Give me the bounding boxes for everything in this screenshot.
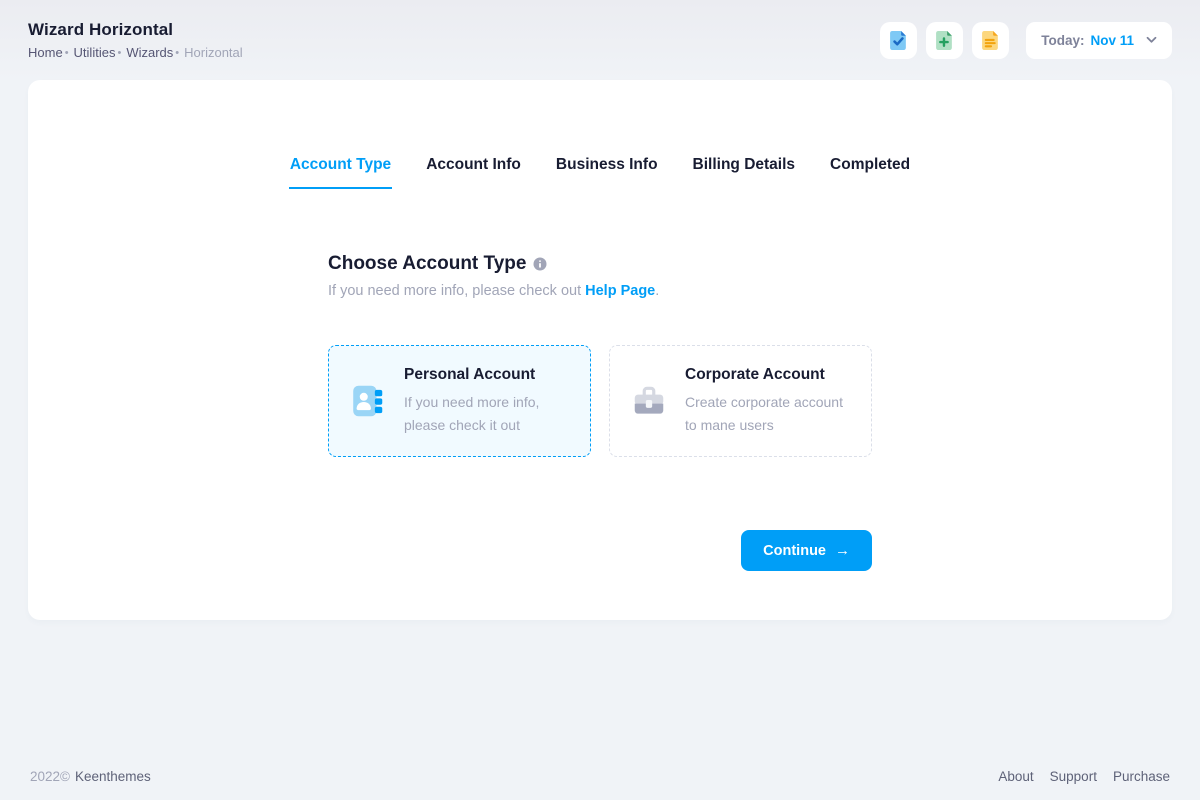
- section-subtitle: If you need more info, please check out …: [328, 283, 872, 299]
- breadcrumb-separator: •: [175, 47, 179, 59]
- toolbar: Wizard Horizontal Home • Utilities • Wiz…: [0, 0, 1200, 80]
- info-circle-icon[interactable]: [533, 257, 547, 271]
- step-completed[interactable]: Completed: [829, 156, 911, 189]
- option-title: Corporate Account: [685, 366, 843, 384]
- file-plus-button[interactable]: [926, 22, 963, 59]
- wizard-steps: Account Type Account Info Business Info …: [289, 156, 911, 189]
- option-title: Personal Account: [404, 366, 539, 384]
- continue-label: Continue: [763, 543, 826, 559]
- wizard-actions: Continue →: [328, 530, 872, 571]
- section-heading: Choose Account Type: [328, 253, 872, 275]
- step-account-info[interactable]: Account Info: [425, 156, 522, 189]
- footer-link-about[interactable]: About: [998, 769, 1033, 784]
- continue-button[interactable]: Continue →: [741, 530, 872, 571]
- file-plus-icon: [934, 30, 955, 51]
- help-page-link[interactable]: Help Page: [585, 283, 655, 299]
- file-check-button[interactable]: [880, 22, 917, 59]
- address-book-icon: [349, 382, 387, 420]
- date-picker-value: Nov 11: [1090, 33, 1134, 48]
- option-description-line: If you need more info,: [404, 391, 539, 413]
- footer-links: About Support Purchase: [998, 769, 1170, 784]
- option-description-line: please check it out: [404, 414, 539, 436]
- file-lines-button[interactable]: [972, 22, 1009, 59]
- option-corporate-account[interactable]: Corporate Account Create corporate accou…: [609, 345, 872, 457]
- breadcrumb-separator: •: [65, 47, 69, 59]
- step-account-type[interactable]: Account Type: [289, 156, 392, 189]
- step-billing-details[interactable]: Billing Details: [692, 156, 797, 189]
- breadcrumb-current: Horizontal: [184, 45, 243, 60]
- option-description-line: to mane users: [685, 414, 843, 436]
- page-heading: Wizard Horizontal Home • Utilities • Wiz…: [28, 20, 243, 60]
- footer: 2022© Keenthemes About Support Purchase: [0, 769, 1200, 800]
- company-link[interactable]: Keenthemes: [75, 769, 151, 784]
- file-lines-icon: [980, 30, 1001, 51]
- option-description: Create corporate account to mane users: [685, 391, 843, 436]
- section-title: Choose Account Type: [328, 253, 526, 275]
- account-type-options: Personal Account If you need more info, …: [328, 345, 872, 457]
- page-title: Wizard Horizontal: [28, 20, 243, 40]
- option-description: If you need more info, please check it o…: [404, 391, 539, 436]
- copyright-year: 2022©: [30, 769, 70, 784]
- arrow-right-icon: →: [835, 543, 850, 558]
- footer-link-purchase[interactable]: Purchase: [1113, 769, 1170, 784]
- subtitle-period: .: [655, 283, 659, 299]
- date-picker-label: Today:: [1041, 33, 1084, 48]
- date-picker-button[interactable]: Today: Nov 11: [1026, 22, 1172, 59]
- toolbar-actions: Today: Nov 11: [880, 22, 1172, 59]
- chevron-down-icon: [1146, 36, 1157, 44]
- step-content: Choose Account Type If you need more inf…: [328, 253, 872, 457]
- wizard-card: Account Type Account Info Business Info …: [28, 80, 1172, 620]
- breadcrumb-item-utilities[interactable]: Utilities: [74, 45, 116, 60]
- step-business-info[interactable]: Business Info: [555, 156, 659, 189]
- footer-copyright: 2022© Keenthemes: [30, 769, 151, 784]
- option-text: Corporate Account Create corporate accou…: [685, 366, 843, 436]
- option-text: Personal Account If you need more info, …: [404, 366, 539, 436]
- option-description-line: Create corporate account: [685, 391, 843, 413]
- breadcrumb: Home • Utilities • Wizards • Horizontal: [28, 45, 243, 60]
- breadcrumb-separator: •: [117, 47, 121, 59]
- briefcase-icon: [630, 382, 668, 420]
- file-check-icon: [888, 30, 909, 51]
- subtitle-text: If you need more info, please check out: [328, 283, 585, 299]
- option-personal-account[interactable]: Personal Account If you need more info, …: [328, 345, 591, 457]
- breadcrumb-item-wizards[interactable]: Wizards: [126, 45, 173, 60]
- breadcrumb-item-home[interactable]: Home: [28, 45, 63, 60]
- footer-link-support[interactable]: Support: [1050, 769, 1097, 784]
